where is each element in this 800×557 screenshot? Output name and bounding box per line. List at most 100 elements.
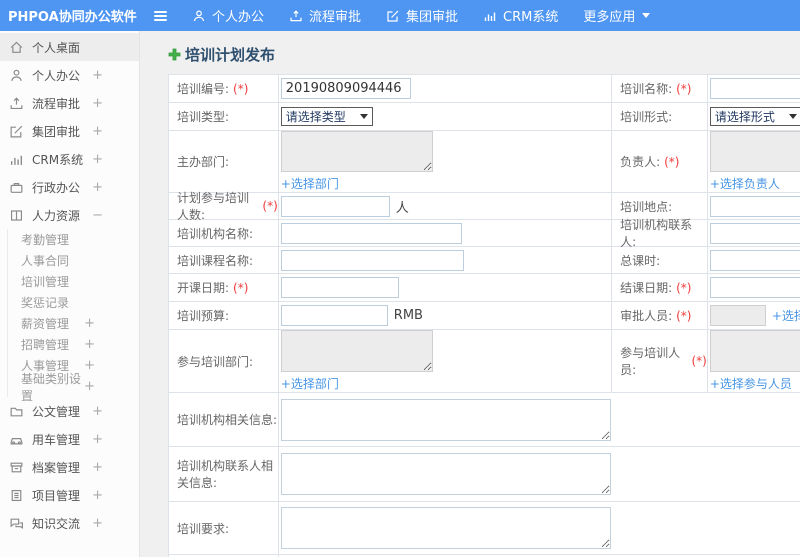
user-icon xyxy=(11,69,22,81)
person-in-charge-label: 负责人: xyxy=(620,155,661,169)
select-value: 请选择类型 xyxy=(285,110,346,124)
nav-workflow-approval[interactable]: 流程审批 xyxy=(289,6,361,25)
total-hours-input[interactable] xyxy=(709,249,800,271)
expand-plus[interactable]: + xyxy=(92,432,103,447)
hamburger-menu-icon[interactable] xyxy=(154,10,167,21)
notebook-icon xyxy=(11,489,22,501)
sidebar-item-knowledge[interactable]: 知识交流 + xyxy=(0,509,139,537)
course-name-input[interactable] xyxy=(280,249,464,271)
form-row-budget: 培训预算: RMB 审批人员:(*) +选择审批人员 xyxy=(169,302,800,330)
unit-rmb: RMB xyxy=(393,308,423,323)
expand-plus[interactable]: + xyxy=(84,316,95,331)
sidebar-subitem-salary[interactable]: 薪资管理 + xyxy=(8,313,139,334)
nav-more-apps[interactable]: 更多应用 xyxy=(583,6,651,25)
sidebar-item-archives[interactable]: 档案管理 + xyxy=(0,453,139,481)
training-form-select[interactable]: 请选择形式 xyxy=(709,107,800,126)
select-dept-link[interactable]: +选择部门 xyxy=(281,375,339,392)
select-dept-link[interactable]: +选择部门 xyxy=(281,175,339,192)
org-info-label: 培训机构相关信息: xyxy=(177,413,278,427)
expand-plus[interactable]: + xyxy=(84,337,95,352)
required-mark: (*) xyxy=(664,154,680,169)
training-requirements-textarea[interactable] xyxy=(280,507,611,549)
budget-input[interactable] xyxy=(280,305,388,326)
end-date-label: 结课日期: xyxy=(620,281,673,295)
caret-down-icon xyxy=(788,114,797,119)
nav-group-approval[interactable]: 集团审批 xyxy=(386,6,458,25)
sidebar-item-vehicle[interactable]: 用车管理 + xyxy=(0,425,139,453)
expand-plus[interactable]: + xyxy=(92,68,103,83)
expand-plus[interactable]: + xyxy=(92,488,103,503)
sidebar-item-label: 个人桌面 xyxy=(32,40,81,55)
select-approver-link[interactable]: +选择审批人员 xyxy=(772,307,800,324)
sidebar-item-desktop[interactable]: 个人桌面 xyxy=(0,33,139,61)
expand-plus[interactable]: + xyxy=(92,404,103,419)
form-row-org-name: 培训机构名称: 培训机构联系人: xyxy=(169,218,800,249)
org-name-label: 培训机构名称: xyxy=(177,226,254,241)
person-in-charge-textarea[interactable] xyxy=(709,131,800,172)
sidebar-subitem-hr-contract[interactable]: 人事合同 xyxy=(8,250,139,271)
sidebar-item-hr[interactable]: 人力资源 − xyxy=(0,201,139,229)
expand-plus[interactable]: + xyxy=(92,152,103,167)
sidebar-subitem-attendance[interactable]: 考勤管理 xyxy=(8,229,139,250)
sidebar-item-admin-office[interactable]: 行政办公 + xyxy=(0,173,139,201)
training-form-label: 培训形式: xyxy=(620,110,673,124)
org-contact-input[interactable] xyxy=(709,222,800,244)
sidebar-subitem-training[interactable]: 培训管理 xyxy=(8,271,139,292)
sidebar-item-label: 行政办公 xyxy=(32,180,81,195)
training-no-input[interactable] xyxy=(280,78,411,99)
hr-submenu: 考勤管理 人事合同 培训管理 奖惩记录 薪资管理 + 招聘管理 + 人事管理 +… xyxy=(7,229,139,403)
sidebar-subitem-recruitment[interactable]: 招聘管理 + xyxy=(8,334,139,355)
form-row-course-name: 培训课程名称: 总课时: xyxy=(169,247,800,274)
org-info-textarea[interactable] xyxy=(280,398,611,441)
expand-plus[interactable]: + xyxy=(92,516,103,531)
expand-plus[interactable]: + xyxy=(92,460,103,475)
nav-crm-system[interactable]: CRM系统 xyxy=(483,6,558,25)
training-type-label: 培训类型: xyxy=(177,110,230,124)
required-mark: (*) xyxy=(676,308,692,323)
expand-plus[interactable]: + xyxy=(92,96,103,111)
org-contact-info-label: 培训机构联系人相关信息: xyxy=(177,459,274,490)
sidebar-item-workflow-approval[interactable]: 流程审批 + xyxy=(0,89,139,117)
training-name-input[interactable] xyxy=(709,78,800,99)
training-type-select[interactable]: 请选择类型 xyxy=(280,107,373,126)
total-hours-label: 总课时: xyxy=(620,253,661,268)
sidebar-subitem-label: 招聘管理 xyxy=(21,338,70,352)
sidebar-subitem-rewards[interactable]: 奖惩记录 xyxy=(8,292,139,313)
unit-person: 人 xyxy=(395,200,409,216)
end-date-input[interactable] xyxy=(709,277,800,298)
training-plan-form: 培训编号:(*) 培训名称:(*) 培训类型: 请选择类型 培训形式: 请选择形… xyxy=(168,74,800,557)
start-date-input[interactable] xyxy=(280,277,399,298)
archive-icon xyxy=(10,462,23,472)
select-person-in-charge-link[interactable]: +选择负责人 xyxy=(710,175,780,192)
sidebar-item-projects[interactable]: 项目管理 + xyxy=(0,481,139,509)
sidebar-subitem-label: 培训管理 xyxy=(21,275,70,289)
form-row-participating-dept: 参与培训部门: +选择部门 参与培训人员: (*) +选择参与人员 xyxy=(169,330,800,393)
participants-textarea[interactable] xyxy=(709,330,800,372)
select-participants-link[interactable]: +选择参与人员 xyxy=(710,375,792,392)
car-icon xyxy=(10,437,23,444)
expand-plus[interactable]: + xyxy=(84,379,95,394)
nav-personal-office[interactable]: 个人办公 xyxy=(192,6,264,25)
training-requirements-label: 培训要求: xyxy=(177,521,230,536)
expand-plus[interactable]: + xyxy=(92,124,103,139)
approver-box[interactable] xyxy=(709,305,766,326)
form-row-training-type: 培训类型: 请选择类型 培训形式: 请选择形式 xyxy=(169,103,800,131)
form-row-start-date: 开课日期: (*) 结课日期: (*) xyxy=(169,274,800,302)
host-dept-textarea[interactable] xyxy=(280,131,433,172)
planned-count-input[interactable] xyxy=(280,195,390,217)
sidebar-subitem-base-category[interactable]: 基础类别设置 + xyxy=(8,372,139,403)
org-name-input[interactable] xyxy=(280,222,462,244)
expand-plus[interactable]: + xyxy=(92,180,103,195)
expand-plus[interactable]: + xyxy=(84,358,95,373)
training-location-input[interactable] xyxy=(709,195,800,217)
org-contact-info-textarea[interactable] xyxy=(280,453,611,495)
participating-dept-textarea[interactable] xyxy=(280,330,433,372)
sidebar-item-label: 项目管理 xyxy=(32,488,81,503)
expand-minus[interactable]: − xyxy=(92,208,103,223)
sidebar-item-group-approval[interactable]: 集团审批 + xyxy=(0,117,139,145)
sidebar-item-personal-office[interactable]: 个人办公 + xyxy=(0,61,139,89)
sidebar-subitem-label: 人事合同 xyxy=(21,254,70,268)
sidebar-subitem-label: 薪资管理 xyxy=(21,317,70,331)
caret-down-icon xyxy=(642,13,651,18)
sidebar-item-crm[interactable]: CRM系统 + xyxy=(0,145,139,173)
